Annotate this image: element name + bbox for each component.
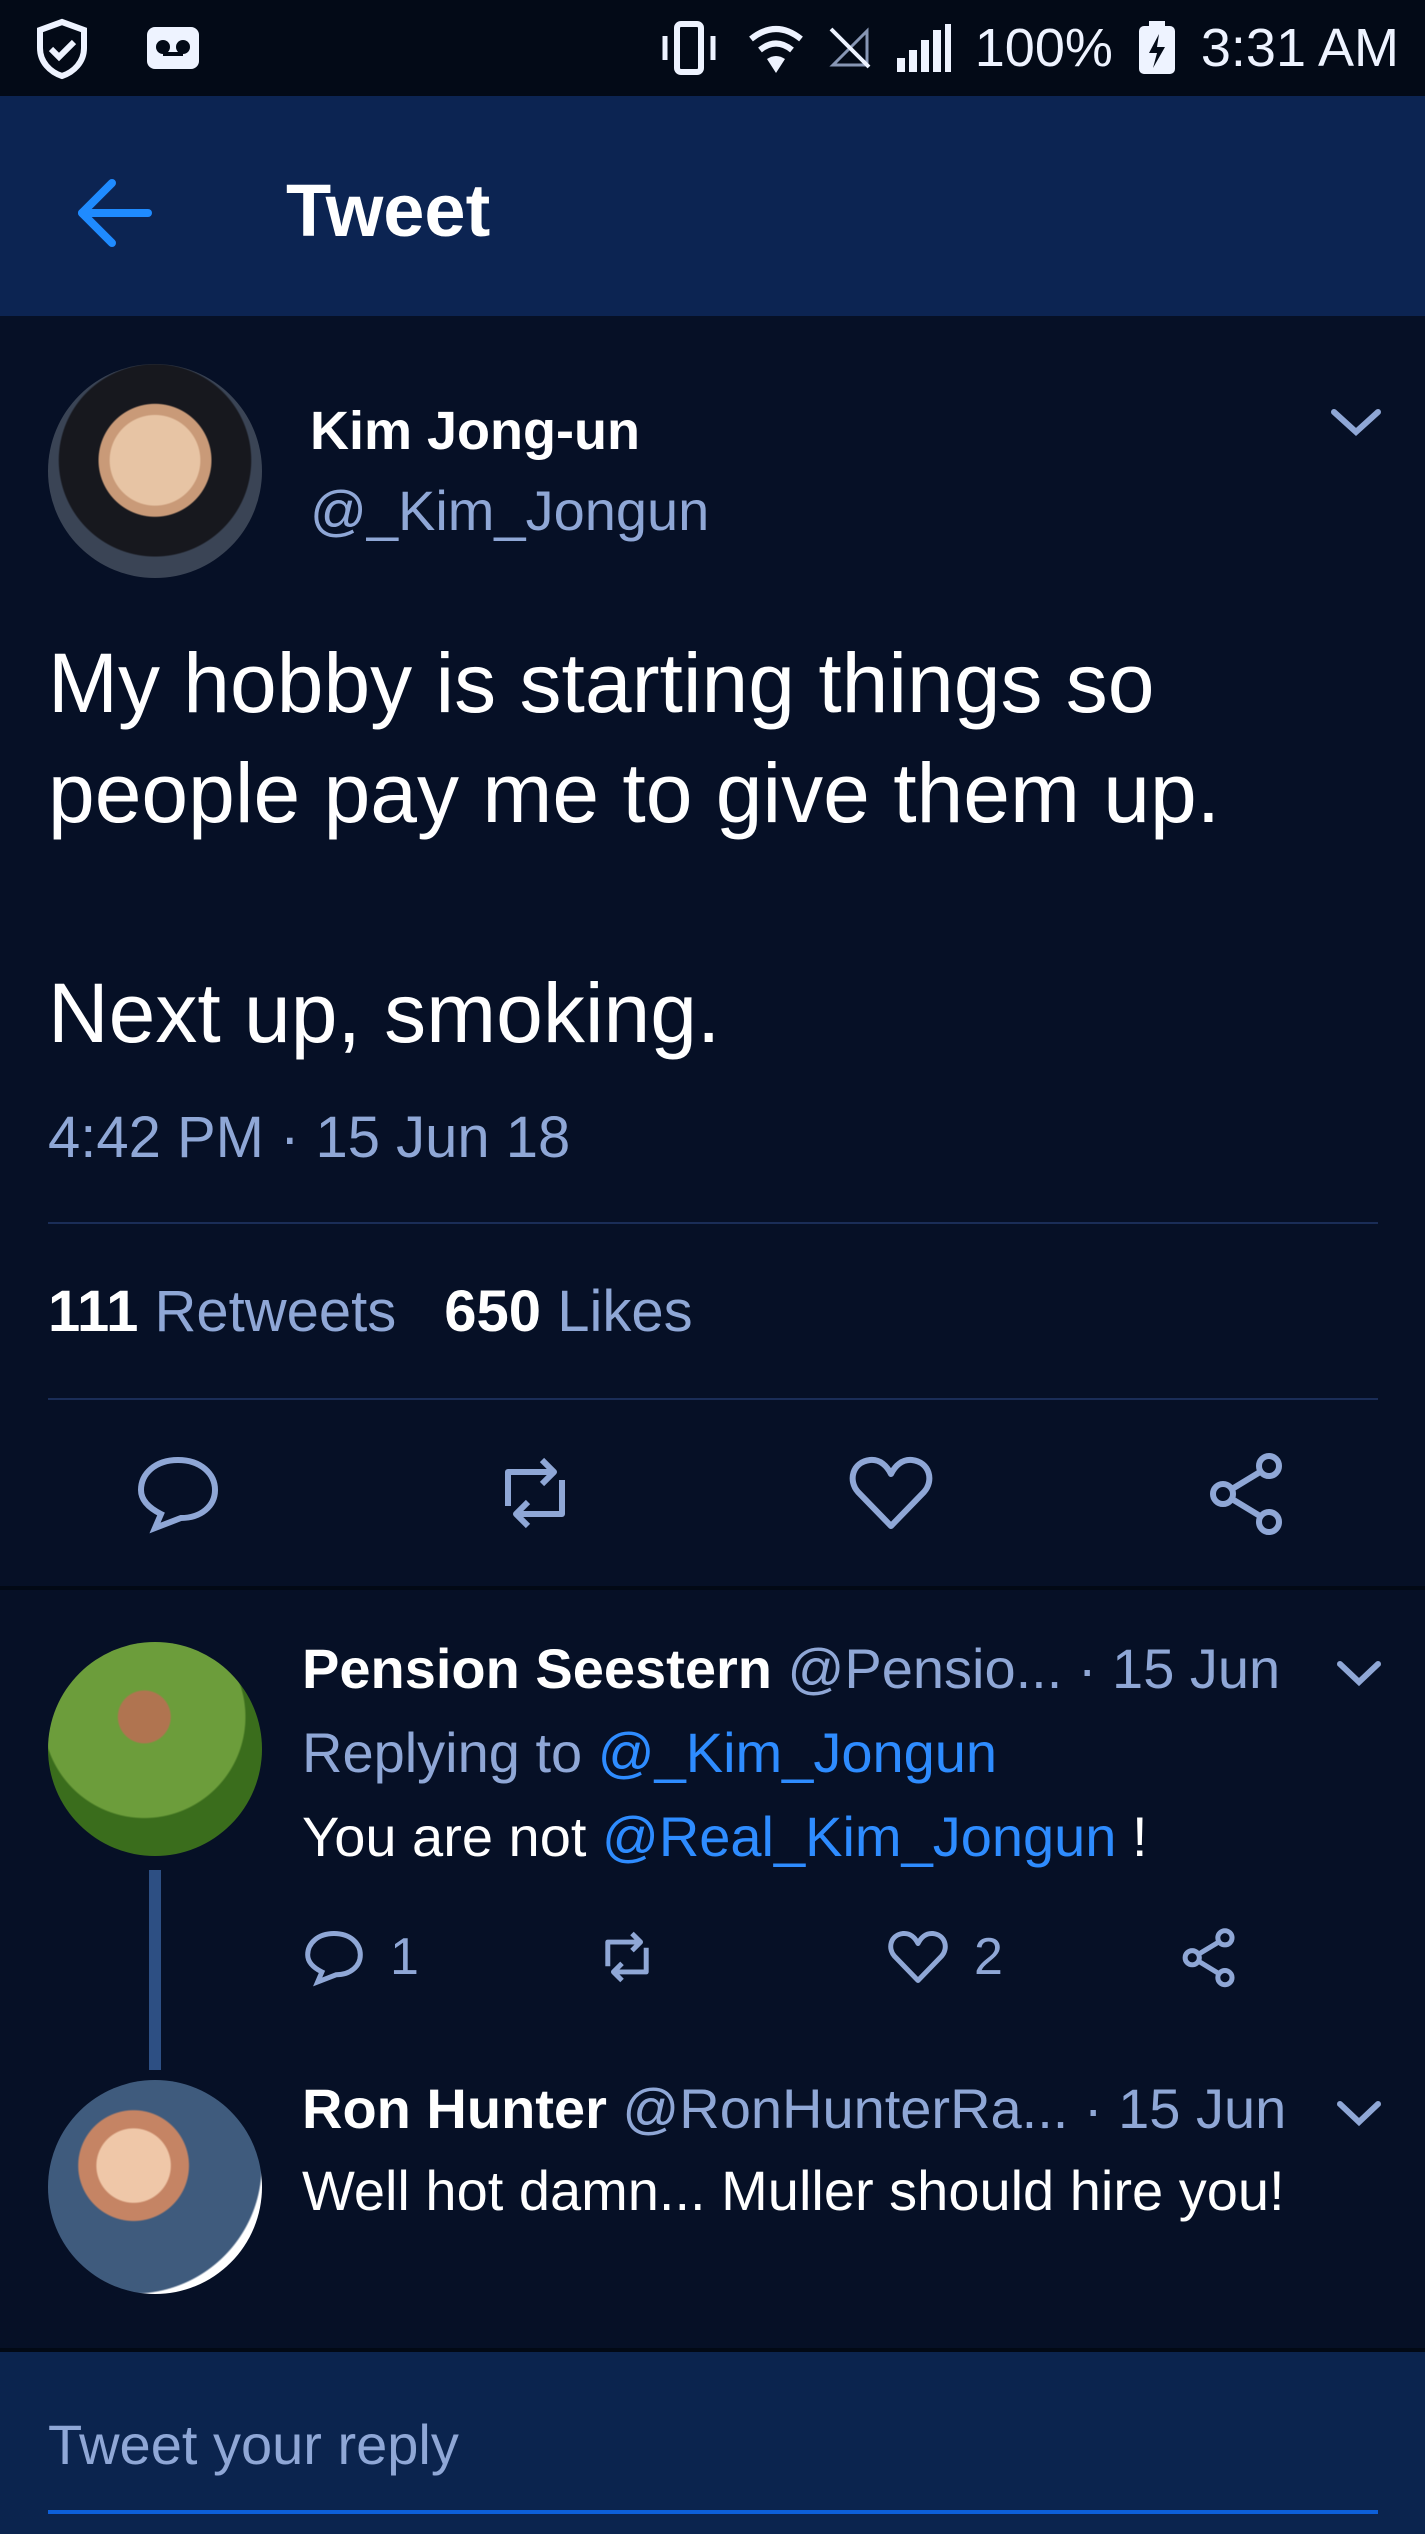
- like-heart-icon: [888, 1931, 948, 1983]
- reply-author-name[interactable]: Pension Seestern: [302, 1637, 772, 1700]
- chevron-down-icon[interactable]: [1334, 1654, 1384, 1694]
- back-arrow-icon[interactable]: [72, 171, 156, 255]
- reply-avatar[interactable]: [48, 1642, 262, 1856]
- tweet-text: My hobby is starting things so people pa…: [48, 636, 1221, 1060]
- clock: 3:31 AM: [1200, 18, 1399, 78]
- status-left-icons: [34, 18, 202, 80]
- reply-composer[interactable]: Tweet your reply: [0, 2352, 1425, 2534]
- retweets-stat[interactable]: 111 Retweets: [48, 1278, 396, 1345]
- chevron-down-icon[interactable]: [1334, 2094, 1384, 2134]
- thread-line: [149, 1870, 161, 2070]
- mention-link[interactable]: @Real_Kim_Jongun: [602, 1805, 1116, 1868]
- reply-share-action[interactable]: [1178, 1925, 1242, 1989]
- voicemail-icon: [147, 27, 199, 69]
- reply-header: Ron Hunter @RonHunterRa... · 15 Jun: [302, 2076, 1286, 2141]
- reply-reply-action[interactable]: 1: [302, 1925, 419, 1989]
- status-bar: 100% 3:31 AM: [0, 0, 1425, 96]
- reply-count: 1: [390, 1928, 419, 1986]
- tweet-timestamp: 4:42 PM · 15 Jun 18: [48, 1105, 571, 1170]
- reply-icon: [305, 1931, 363, 1987]
- reply-input[interactable]: Tweet your reply: [48, 2412, 459, 2477]
- likes-stat[interactable]: 650 Likes: [444, 1278, 692, 1345]
- divider: [48, 1222, 1378, 1224]
- retweet-icon: [605, 1931, 649, 1983]
- vibrate-icon: [662, 21, 716, 75]
- tweet-actions: [0, 1448, 1425, 1548]
- no-signal-icon: [829, 27, 871, 69]
- reply-author-handle[interactable]: @Pensio...: [788, 1637, 1063, 1700]
- shield-check-icon: [37, 18, 87, 80]
- replying-to-label: Replying to: [302, 1721, 583, 1784]
- author-avatar[interactable]: [48, 364, 262, 578]
- share-icon: [1182, 1928, 1235, 1988]
- section-separator: [0, 1586, 1425, 1590]
- reply-avatar[interactable]: [48, 2080, 262, 2294]
- reply-icon[interactable]: [133, 1448, 223, 1538]
- reply-text: You are not @Real_Kim_Jongun !: [302, 1805, 1148, 1868]
- app-bar: Tweet: [0, 96, 1425, 316]
- share-icon[interactable]: [1203, 1448, 1293, 1538]
- replying-to: Replying to @_Kim_Jongun: [302, 1720, 997, 1785]
- author-handle[interactable]: @_Kim_Jongun: [310, 478, 709, 543]
- reply-author-handle[interactable]: @RonHunterRa...: [622, 2077, 1068, 2140]
- like-heart-icon[interactable]: [846, 1448, 936, 1538]
- reply-header: Pension Seestern @Pensio... · 15 Jun: [302, 1636, 1280, 1701]
- tweet-detail-screen: 100% 3:31 AM Tweet Kim Jong-un @_Kim_Jon…: [0, 0, 1425, 2534]
- retweet-icon[interactable]: [490, 1448, 580, 1538]
- status-right: 100% 3:31 AM: [653, 10, 1399, 86]
- reply-date: · 15 Jun: [1077, 1637, 1281, 1700]
- reply-text: Well hot damn... Muller should hire you!: [302, 2159, 1285, 2222]
- chevron-down-icon[interactable]: [1328, 398, 1384, 446]
- page-title: Tweet: [286, 169, 491, 252]
- tweet-stats: 111 Retweets 650 Likes: [48, 1278, 693, 1345]
- reply-date: · 15 Jun: [1083, 2077, 1287, 2140]
- input-underline: [48, 2510, 1378, 2514]
- battery-charging-icon: [1138, 21, 1175, 74]
- wifi-icon: [748, 26, 803, 73]
- reply-author-name[interactable]: Ron Hunter: [302, 2077, 607, 2140]
- replying-to-link[interactable]: @_Kim_Jongun: [598, 1721, 997, 1784]
- reply-like-action[interactable]: 2: [886, 1925, 1003, 1989]
- reply-retweet-action[interactable]: [592, 1925, 662, 1989]
- like-count: 2: [974, 1928, 1003, 1986]
- divider: [48, 1398, 1378, 1400]
- author-name[interactable]: Kim Jong-un: [310, 400, 640, 462]
- battery-percent: 100%: [974, 18, 1113, 78]
- signal-icon: [896, 24, 951, 72]
